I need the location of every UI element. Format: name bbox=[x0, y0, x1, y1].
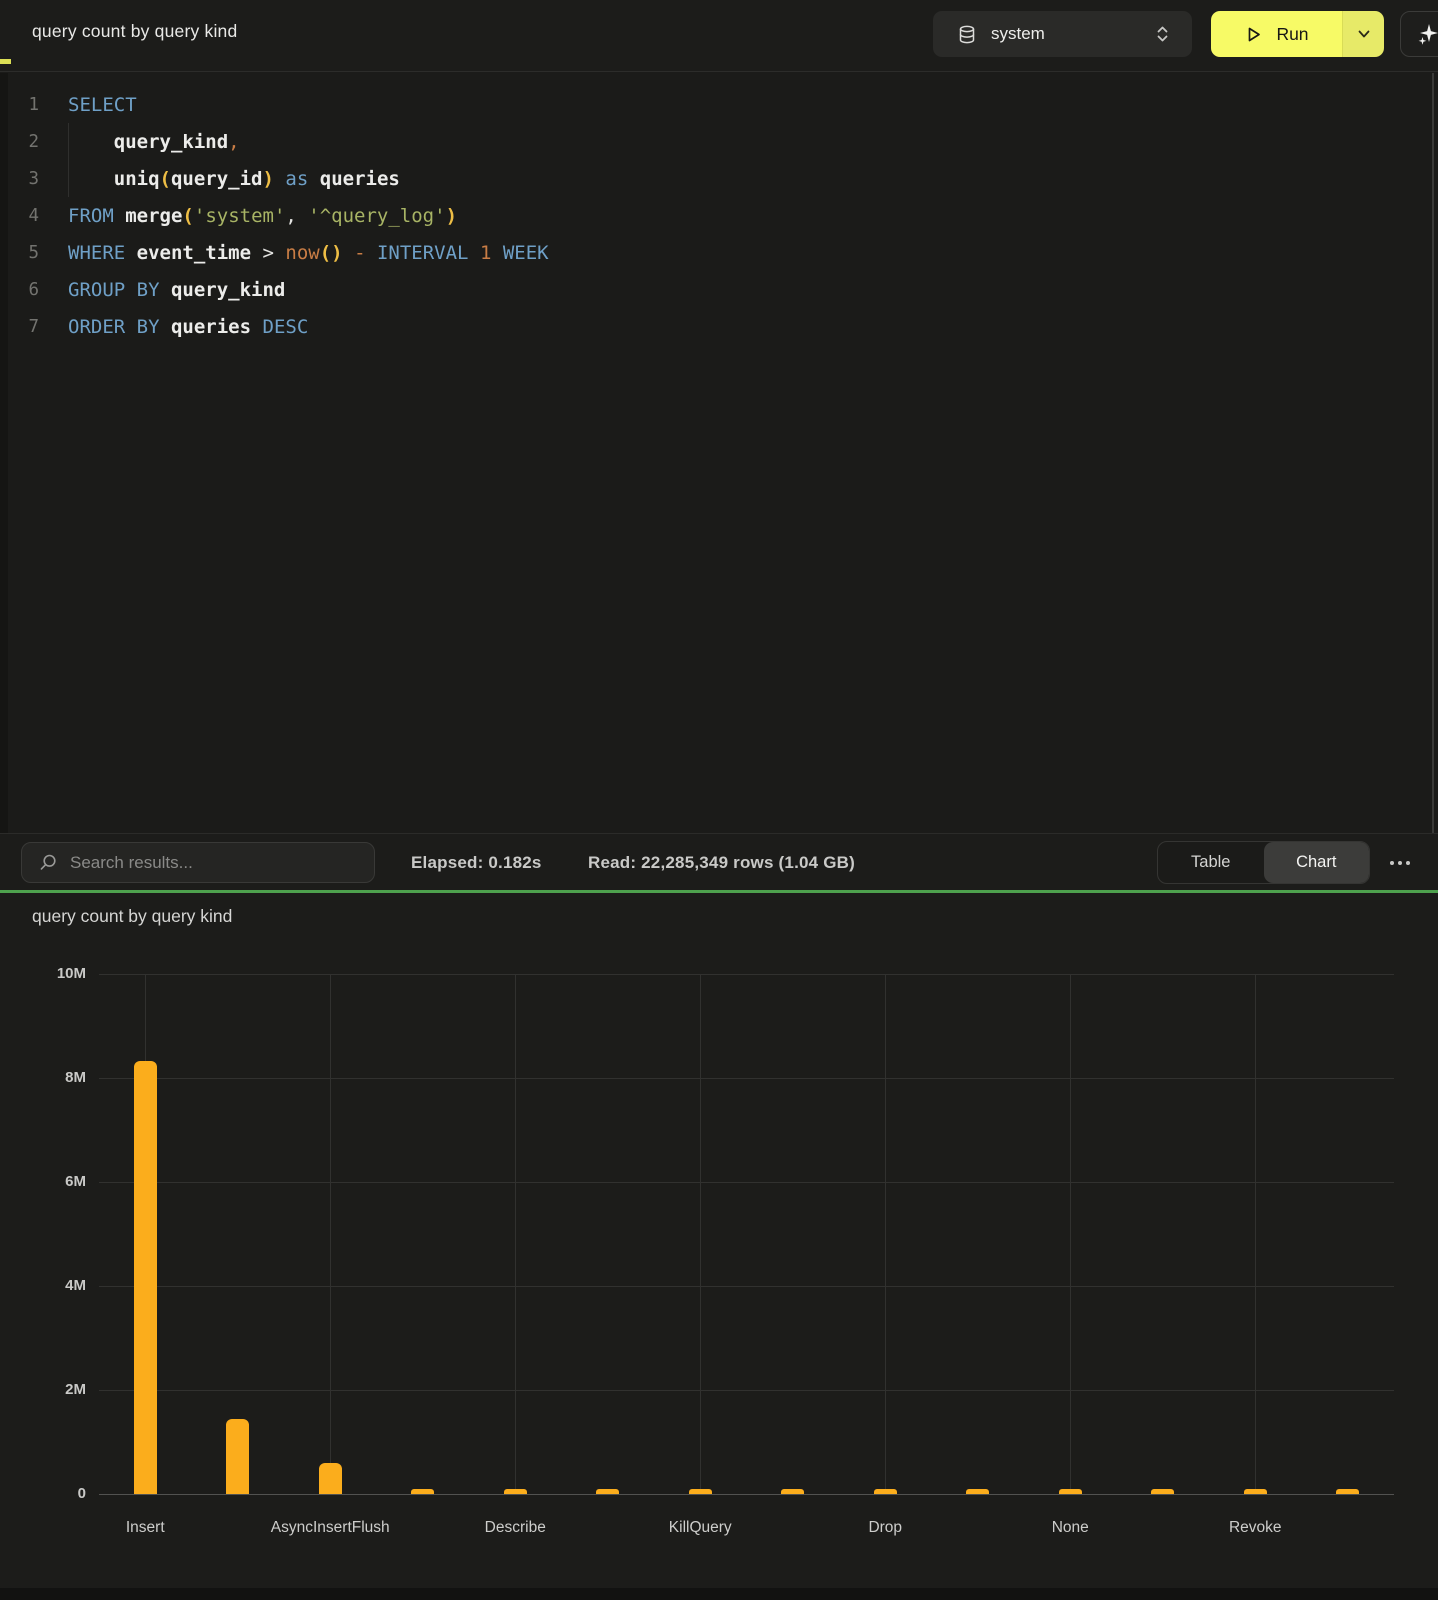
run-button-label: Run bbox=[1276, 24, 1308, 45]
bar bbox=[226, 1419, 249, 1494]
chart-panel: query count by query kind 10M 8M 6M 4M 2M 0 In… bbox=[0, 893, 1438, 1600]
database-icon bbox=[958, 25, 976, 44]
ai-assistant-button[interactable] bbox=[1400, 11, 1438, 57]
bar bbox=[596, 1489, 619, 1494]
view-toggle: Table Chart bbox=[1157, 841, 1370, 884]
code-line: 1SELECT bbox=[0, 86, 549, 123]
elapsed-stat: Elapsed: 0.182s bbox=[411, 834, 542, 891]
gridline-h bbox=[99, 1182, 1394, 1183]
run-button[interactable]: Run bbox=[1211, 11, 1342, 57]
ellipsis-icon bbox=[1390, 861, 1394, 865]
gridline-h bbox=[99, 1390, 1394, 1391]
bar bbox=[1336, 1489, 1359, 1494]
code-line: 2 query_kind, bbox=[0, 123, 549, 160]
gridline-v bbox=[515, 974, 516, 1494]
bar bbox=[781, 1489, 804, 1494]
bar bbox=[1151, 1489, 1174, 1494]
code-line: 3 uniq(query_id) as queries bbox=[0, 160, 549, 197]
gridline-h bbox=[99, 974, 1394, 975]
bottom-edge bbox=[0, 1588, 1438, 1600]
code-line: 7ORDER BY queries DESC bbox=[0, 308, 549, 345]
x-axis-label: None bbox=[970, 1519, 1170, 1537]
bar bbox=[1244, 1489, 1267, 1494]
gridline-h bbox=[99, 1286, 1394, 1287]
gridline-h bbox=[99, 1078, 1394, 1079]
code-line: 5WHERE event_time > now() - INTERVAL 1 W… bbox=[0, 234, 549, 271]
y-axis-label: 4M bbox=[0, 1277, 86, 1294]
gridline-v bbox=[1070, 974, 1071, 1494]
gridline-v bbox=[330, 974, 331, 1494]
gridline-v bbox=[700, 974, 701, 1494]
chevron-down-icon bbox=[1357, 29, 1371, 39]
more-options-button[interactable] bbox=[1383, 852, 1417, 874]
tab-table[interactable]: Table bbox=[1158, 842, 1264, 883]
bar bbox=[1059, 1489, 1082, 1494]
search-icon bbox=[38, 853, 58, 873]
bar bbox=[411, 1489, 434, 1494]
x-axis-label: Revoke bbox=[1155, 1519, 1355, 1537]
gridline-v bbox=[885, 974, 886, 1494]
x-axis-label: Describe bbox=[415, 1519, 615, 1537]
bar bbox=[134, 1061, 157, 1494]
y-axis-label: 8M bbox=[0, 1069, 86, 1086]
run-split-button: Run bbox=[1211, 11, 1384, 57]
code-line: 4FROM merge('system', '^query_log') bbox=[0, 197, 549, 234]
read-stat: Read: 22,285,349 rows (1.04 GB) bbox=[588, 834, 855, 891]
bar bbox=[966, 1489, 989, 1494]
active-tab-indicator bbox=[0, 59, 11, 64]
play-icon bbox=[1244, 25, 1263, 44]
query-title: query count by query kind bbox=[32, 21, 237, 42]
chart-title: query count by query kind bbox=[32, 906, 232, 927]
code-line: 6GROUP BY query_kind bbox=[0, 271, 549, 308]
x-axis-label: Drop bbox=[785, 1519, 985, 1537]
y-axis-label: 2M bbox=[0, 1381, 86, 1398]
gridline-v bbox=[1255, 974, 1256, 1494]
code-lines: 1SELECT2 query_kind,3 uniq(query_id) as … bbox=[0, 86, 549, 345]
run-options-button[interactable] bbox=[1342, 11, 1384, 57]
database-selector[interactable]: system bbox=[933, 11, 1192, 57]
sql-editor[interactable]: 1SELECT2 query_kind,3 uniq(query_id) as … bbox=[0, 73, 1438, 833]
database-selector-value: system bbox=[991, 24, 1045, 44]
y-axis-label: 6M bbox=[0, 1173, 86, 1190]
x-axis-line bbox=[99, 1494, 1394, 1495]
bar bbox=[319, 1463, 342, 1494]
bar bbox=[689, 1489, 712, 1494]
x-axis-label: Insert bbox=[45, 1519, 245, 1537]
results-toolbar: Elapsed: 0.182s Read: 22,285,349 rows (1… bbox=[0, 833, 1438, 890]
chevron-updown-icon bbox=[1155, 23, 1170, 45]
x-axis-label: AsyncInsertFlush bbox=[230, 1519, 430, 1537]
search-results-input[interactable] bbox=[70, 853, 374, 873]
y-axis-label: 10M bbox=[0, 965, 86, 982]
sparkle-icon bbox=[1416, 22, 1438, 46]
tab-chart[interactable]: Chart bbox=[1264, 842, 1370, 883]
y-axis-label: 0 bbox=[0, 1485, 86, 1502]
bar bbox=[504, 1489, 527, 1494]
header: query count by query kind system Ru bbox=[0, 0, 1438, 72]
x-axis-label: KillQuery bbox=[600, 1519, 800, 1537]
bar bbox=[874, 1489, 897, 1494]
search-results-box bbox=[21, 842, 375, 883]
